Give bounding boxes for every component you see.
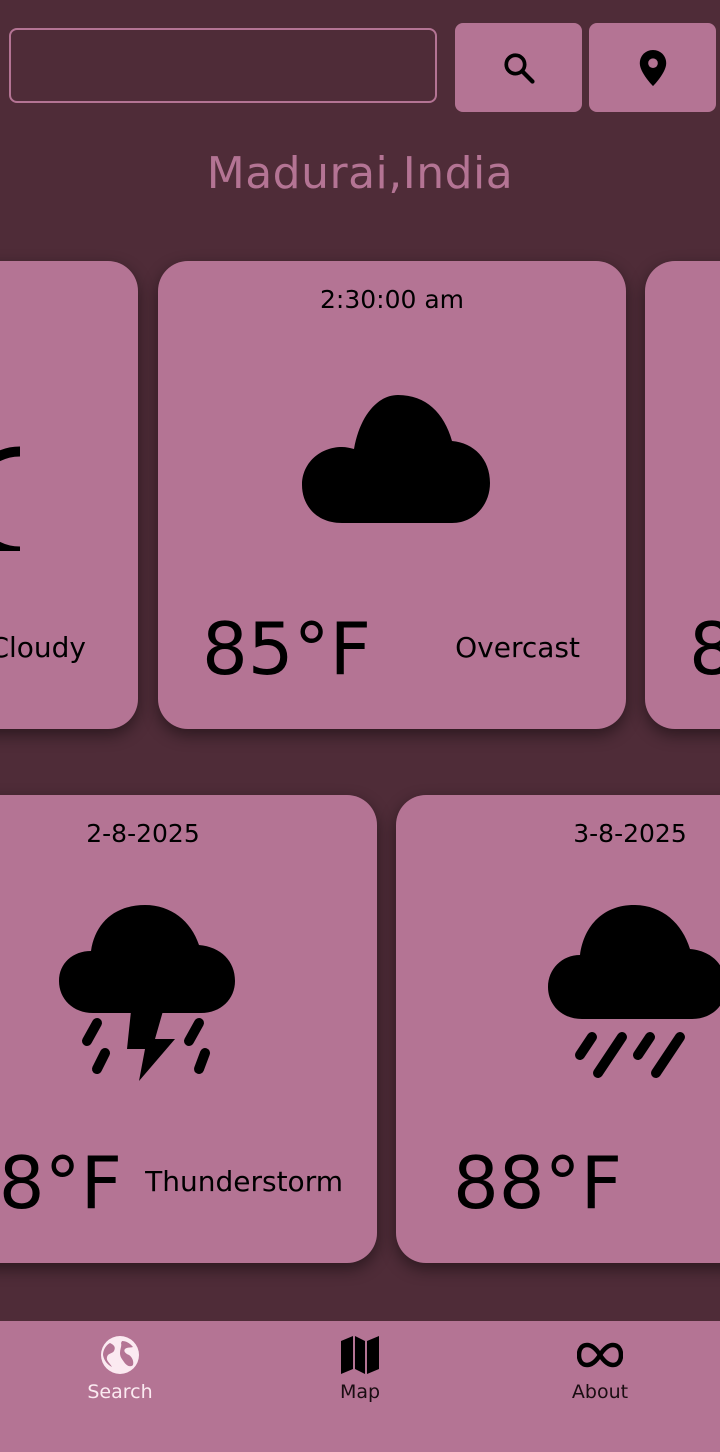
partly-cloudy-icon [0, 446, 20, 551]
city-search-input[interactable] [9, 28, 437, 103]
daily-card[interactable]: 2-8-2025 88°F Thunderstorm [0, 795, 377, 1263]
search-icon [503, 52, 535, 84]
map-icon [341, 1336, 379, 1374]
infinity-icon [577, 1342, 623, 1368]
bottom-navigation: Search Map About [0, 1321, 720, 1452]
cloud-icon [302, 395, 490, 523]
nav-map[interactable]: Map [240, 1321, 480, 1452]
hourly-condition: Overcast [455, 631, 580, 664]
globe-icon [101, 1336, 139, 1374]
daily-temperature: 88°F [0, 1141, 123, 1225]
daily-date: 2-8-2025 [86, 819, 200, 848]
hourly-card[interactable]: Cloudy [0, 261, 138, 729]
daily-date: 3-8-2025 [573, 819, 687, 848]
rain-icon [548, 905, 720, 1078]
daily-temperature: 88°F [453, 1141, 623, 1225]
daily-condition: Thunderstorm [145, 1165, 343, 1198]
nav-about[interactable]: About [480, 1321, 720, 1452]
hourly-temperature: 85°F [202, 607, 372, 691]
city-title: Madurai,India [206, 148, 514, 199]
location-button[interactable] [589, 23, 716, 112]
nav-search-label: Search [87, 1381, 153, 1403]
location-pin-icon [639, 49, 666, 86]
nav-map-label: Map [339, 1381, 381, 1403]
weather-screen: Madurai,India Cloudy 2:30:00 am 85°F Ove… [0, 0, 720, 1452]
hourly-condition: Cloudy [0, 631, 86, 664]
hourly-temperature: 8 [689, 607, 720, 691]
nav-search[interactable]: Search [0, 1321, 240, 1452]
nav-about-label: About [571, 1381, 629, 1403]
hourly-time: 2:30:00 am [320, 285, 464, 314]
hourly-card[interactable]: 2:30:00 am 85°F Overcast [158, 261, 626, 729]
hourly-card[interactable]: 8 [645, 261, 720, 729]
daily-card[interactable]: 3-8-2025 88°F [396, 795, 720, 1263]
search-button[interactable] [455, 23, 582, 112]
thunderstorm-icon [59, 905, 235, 1081]
